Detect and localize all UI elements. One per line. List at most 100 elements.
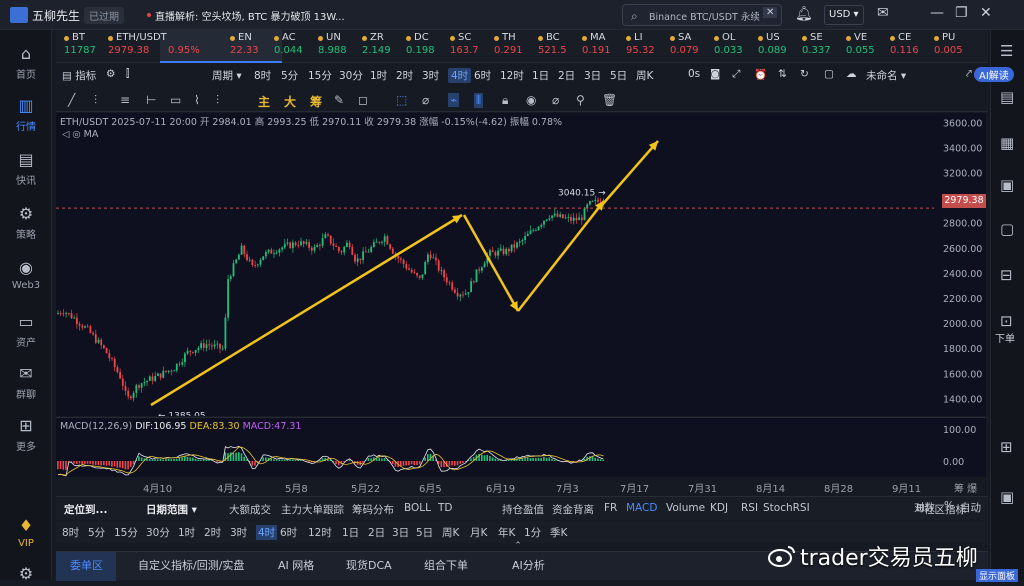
- sub-indicator-4[interactable]: Volume: [666, 502, 705, 514]
- measure-icon[interactable]: ⫴: [474, 93, 483, 108]
- ai-button[interactable]: AI解读: [974, 67, 1014, 82]
- bottom-interval-7[interactable]: 4时: [256, 525, 277, 540]
- big-order-button[interactable]: 大: [284, 93, 296, 110]
- nav-chat[interactable]: ✉群聊: [0, 364, 52, 401]
- orderbook-icon[interactable]: ▤: [1000, 88, 1014, 106]
- magnet-icon[interactable]: ⌀: [422, 93, 429, 107]
- auth-badge[interactable]: 已过期: [84, 7, 124, 24]
- bottom-interval-2[interactable]: 15分: [114, 525, 138, 540]
- bell-icon[interactable]: 🔔︎: [795, 6, 813, 22]
- news-ticker[interactable]: 直播解析: 空头坟场, BTC 暴力破顶 13W...: [155, 8, 345, 23]
- interval-0[interactable]: 8时: [254, 68, 271, 83]
- settings-small-icon[interactable]: ⚙: [106, 68, 115, 80]
- ticker-item[interactable]: SA0.079: [670, 32, 714, 56]
- bottom-tab-1[interactable]: 自定义指标/回测/实盘: [138, 557, 244, 573]
- info-icon[interactable]: ▣: [1000, 176, 1014, 194]
- main-force-button[interactable]: 主: [258, 93, 270, 110]
- layout-name[interactable]: 未命名 ▾: [866, 68, 906, 83]
- interval-4[interactable]: 1时: [370, 68, 387, 83]
- interval-10[interactable]: 1日: [532, 68, 549, 83]
- ticker-item[interactable]: LI95.32: [626, 32, 670, 56]
- close-icon[interactable]: ✕: [763, 7, 777, 18]
- price-chart[interactable]: 3600.003400.003200.003000.002800.002600.…: [56, 113, 986, 416]
- sub-indicator-3[interactable]: MACD: [626, 502, 657, 514]
- trades-icon[interactable]: ▦: [1000, 134, 1014, 152]
- settings-icon[interactable]: ⚙: [0, 564, 52, 586]
- nav-web3[interactable]: ◉Web3: [0, 258, 52, 291]
- log-toggle[interactable]: 对数: [914, 500, 935, 515]
- interval-5[interactable]: 2时: [396, 68, 413, 83]
- currency-select[interactable]: USD ▾: [824, 5, 864, 25]
- bottom-interval-1[interactable]: 5分: [88, 525, 105, 540]
- ticker-item[interactable]: US0.089: [758, 32, 802, 56]
- minimize-icon[interactable]: —: [930, 5, 944, 21]
- order-label[interactable]: 下单: [995, 330, 1015, 345]
- cloud-icon[interactable]: ☁: [846, 68, 857, 80]
- crosshair-icon[interactable]: ⬚: [396, 93, 407, 107]
- sub-indicator-6[interactable]: RSI: [741, 502, 758, 514]
- share-icon[interactable]: ⤤: [966, 68, 972, 81]
- watchlist-icon[interactable]: ☰: [1000, 42, 1013, 60]
- hide-icon[interactable]: ⌀: [552, 93, 559, 107]
- bottom-interval-14[interactable]: 周K: [442, 525, 459, 540]
- ticker-item[interactable]: OL0.033: [714, 32, 758, 56]
- calendar-icon[interactable]: ▣: [1000, 488, 1014, 506]
- sub-indicator-7[interactable]: StochRSI: [763, 502, 810, 514]
- indicator-button[interactable]: ▤ 指标: [62, 68, 96, 83]
- bottom-interval-5[interactable]: 2时: [204, 525, 221, 540]
- bottom-interval-16[interactable]: 年K: [498, 525, 515, 540]
- show-panel-button[interactable]: 显示面板: [976, 569, 1018, 582]
- ticker-item[interactable]: SE0.337: [802, 32, 846, 56]
- bottom-tab-3[interactable]: 现货DCA: [346, 557, 392, 573]
- text-icon[interactable]: ◻: [358, 93, 368, 107]
- fullscreen-icon[interactable]: ⤢: [732, 68, 740, 81]
- alert-icon[interactable]: ⏰: [754, 68, 767, 81]
- ticker-item[interactable]: SC163.7: [450, 32, 494, 56]
- ticker-item[interactable]: BC521.5: [538, 32, 582, 56]
- period-button[interactable]: 周期 ▾: [212, 68, 242, 83]
- bottom-tab-5[interactable]: AI分析: [512, 557, 545, 573]
- locate-button[interactable]: 定位到...: [64, 502, 107, 517]
- bottom-tab-2[interactable]: AI 网格: [278, 557, 314, 573]
- brush-tool-icon[interactable]: ⌇: [194, 93, 200, 107]
- nav-assets[interactable]: ▭资产: [0, 312, 52, 349]
- mail-icon[interactable]: ✉: [877, 5, 889, 21]
- ticker-item[interactable]: VE0.055: [846, 32, 890, 56]
- bottom-interval-13[interactable]: 5日: [416, 525, 433, 540]
- bottom-interval-6[interactable]: 3时: [230, 525, 247, 540]
- camera-icon[interactable]: ◙: [710, 68, 720, 80]
- bottom-interval-15[interactable]: 月K: [470, 525, 487, 540]
- sub-indicator-2[interactable]: FR: [604, 502, 617, 514]
- ray-tool-icon[interactable]: ⊢: [146, 93, 156, 107]
- channel-tool-icon[interactable]: ≡: [120, 93, 130, 107]
- ticker-item[interactable]: DC0.198: [406, 32, 450, 56]
- overlay-0[interactable]: 大额成交: [229, 502, 271, 517]
- overlay-3[interactable]: BOLL: [404, 502, 431, 514]
- interval-7[interactable]: 4时: [448, 68, 471, 83]
- interval-2[interactable]: 15分: [308, 68, 332, 83]
- ticker-item[interactable]: ZR2.149: [362, 32, 406, 56]
- interval-3[interactable]: 30分: [339, 68, 363, 83]
- interval-11[interactable]: 2日: [558, 68, 575, 83]
- bottom-interval-10[interactable]: 1日: [342, 525, 359, 540]
- ticker-item[interactable]: CE0.116: [890, 32, 934, 56]
- chips-button[interactable]: 筹: [310, 93, 322, 110]
- nav-more[interactable]: ⊞更多: [0, 416, 52, 453]
- bottom-interval-18[interactable]: 季K: [550, 525, 567, 540]
- bottom-interval-9[interactable]: 12时: [308, 525, 332, 540]
- line-tool-icon[interactable]: ╱: [68, 93, 75, 107]
- ticker-item[interactable]: TH0.291: [494, 32, 538, 56]
- ticker-item[interactable]: AC0.044: [274, 32, 318, 56]
- ma-indicator-label[interactable]: ◁ ◎ MA: [62, 129, 98, 140]
- interval-13[interactable]: 5日: [610, 68, 627, 83]
- candle-type-icon[interactable]: ⫿: [126, 68, 129, 81]
- search-box[interactable]: ⌕ Binance BTC/USDT 永续 ✕: [622, 4, 782, 26]
- close-window-icon[interactable]: ✕: [980, 5, 992, 21]
- ticker-item[interactable]: PU0.005: [934, 32, 978, 56]
- panel-icon[interactable]: ⊞: [1000, 438, 1013, 456]
- filter-icon[interactable]: ⚲: [576, 93, 585, 107]
- nav-home[interactable]: ⌂首页: [0, 44, 52, 81]
- interval-8[interactable]: 6时: [474, 68, 491, 83]
- ticker-item[interactable]: UN8.988: [318, 32, 362, 56]
- bottom-interval-17[interactable]: 1分: [524, 525, 541, 540]
